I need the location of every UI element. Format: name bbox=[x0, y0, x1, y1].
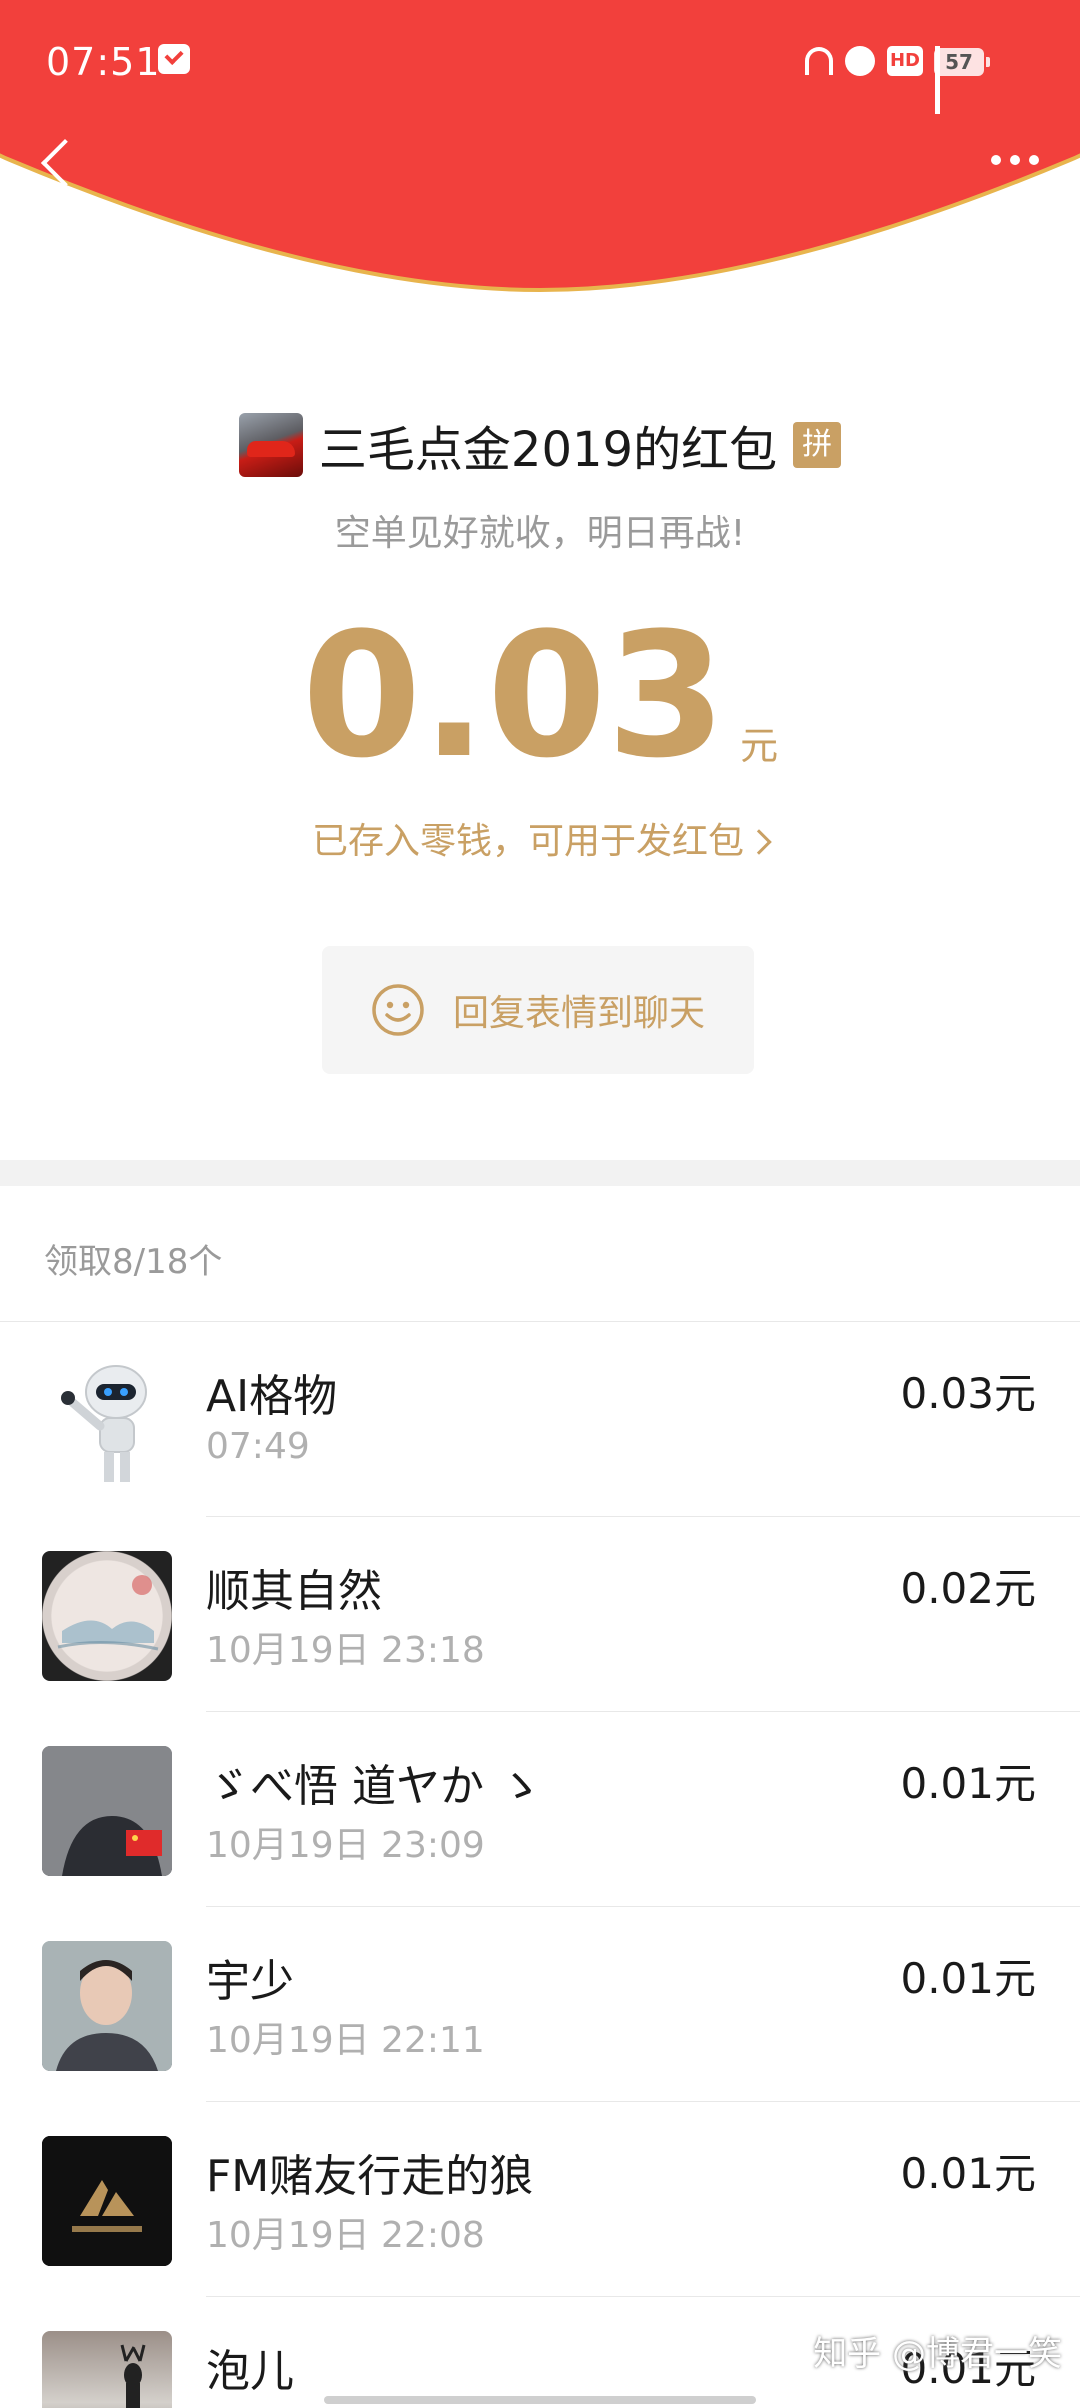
battery-icon: 57 bbox=[934, 48, 990, 76]
recipient-name: 顺其自然 bbox=[206, 1566, 382, 1617]
headphone-icon bbox=[805, 47, 833, 75]
robot-avatar-icon bbox=[61, 1365, 147, 1482]
recipient-time: 10月19日 22:11 bbox=[206, 2020, 485, 2061]
received-amount: 0.03 bbox=[301, 595, 727, 796]
avatar[interactable] bbox=[42, 1941, 172, 2071]
recipient-name: AI格物 bbox=[206, 1371, 338, 1422]
alarm-icon bbox=[845, 46, 875, 76]
status-bar: 07:51 HD 57 bbox=[0, 0, 1080, 120]
red-packet-detail-screen: 07:51 HD 57 三毛点金2019的红包 拼 空单见好就收，明日再战! 0… bbox=[0, 0, 1080, 2408]
recipient-name: 宇少 bbox=[206, 1956, 294, 2007]
team-logo-icon bbox=[42, 2136, 172, 2266]
watermark: 知乎 @博君一笑 bbox=[813, 2334, 1062, 2374]
recipient-name: 泡儿 bbox=[206, 2346, 294, 2397]
avatar[interactable] bbox=[42, 1746, 172, 1876]
status-time: 07:51 bbox=[46, 40, 161, 84]
recipient-amount: 0.01元 bbox=[900, 2149, 1036, 2198]
landscape-avatar-icon bbox=[57, 1575, 159, 1651]
avatar[interactable] bbox=[42, 1551, 172, 1681]
recipient-list: AI格物 07:49 0.03元 顺其自然 10月19日 23:18 0.02元 bbox=[0, 1322, 1080, 2408]
person-avatar-icon bbox=[42, 1746, 172, 1876]
deer-avatar-icon bbox=[120, 2344, 146, 2408]
recipient-amount: 0.03元 bbox=[900, 1369, 1036, 1418]
list-item[interactable]: FM赌友行走的狼 10月19日 22:08 0.01元 bbox=[0, 2102, 1080, 2297]
avatar[interactable] bbox=[42, 1356, 172, 1486]
list-item[interactable]: 宇少 10月19日 22:11 0.01元 bbox=[0, 1907, 1080, 2102]
claim-count-row: 领取8/18个 bbox=[0, 1186, 1080, 1322]
currency-unit: 元 bbox=[740, 724, 779, 768]
recipient-time: 10月19日 23:18 bbox=[206, 1630, 485, 1671]
person-avatar-icon bbox=[42, 1941, 172, 2071]
section-divider bbox=[0, 1160, 1080, 1186]
recipient-name: FM赌友行走的狼 bbox=[206, 2151, 534, 2202]
saved-to-change-link[interactable]: 已存入零钱，可用于发红包 bbox=[0, 812, 1080, 864]
recipient-time: 07:49 bbox=[206, 1426, 310, 1467]
hd-icon: HD bbox=[887, 46, 923, 76]
recipient-amount: 0.02元 bbox=[900, 1564, 1036, 1613]
recipient-name: ゞべ悟 道ヤか ゝ bbox=[206, 1761, 542, 1812]
recipient-time: 10月19日 23:09 bbox=[206, 1825, 485, 1866]
avatar[interactable] bbox=[42, 2331, 172, 2408]
more-options-button[interactable] bbox=[980, 140, 1050, 180]
blessing-text: 空单见好就收，明日再战! bbox=[334, 513, 746, 554]
sender-name: 三毛点金2019的红包 bbox=[318, 422, 778, 478]
sender-row: 三毛点金2019的红包 拼 bbox=[0, 408, 1080, 482]
amount-display: 0.03 元 bbox=[0, 610, 1080, 782]
status-icons: HD bbox=[805, 46, 940, 114]
list-item[interactable]: 顺其自然 10月19日 23:18 0.02元 bbox=[0, 1517, 1080, 1712]
sender-avatar[interactable] bbox=[238, 413, 303, 477]
claim-count-label: 领取8/18个 bbox=[44, 1242, 223, 1282]
back-button[interactable] bbox=[26, 126, 96, 196]
recipient-time: 10月19日 22:08 bbox=[206, 2215, 485, 2256]
chevron-right-icon bbox=[746, 829, 772, 855]
recipient-amount: 0.01元 bbox=[900, 1954, 1036, 2003]
list-item[interactable]: ゞべ悟 道ヤか ゝ 10月19日 23:09 0.01元 bbox=[0, 1712, 1080, 1907]
reply-label: 回复表情到聊天 bbox=[452, 993, 705, 1034]
recipient-amount: 0.01元 bbox=[900, 1759, 1036, 1808]
pin-badge: 拼 bbox=[793, 422, 842, 468]
avatar[interactable] bbox=[42, 2136, 172, 2266]
home-indicator[interactable] bbox=[324, 2396, 756, 2404]
saved-note: 已存入零钱，可用于发红包 bbox=[311, 821, 744, 862]
message-notification-icon bbox=[158, 44, 190, 74]
reply-sticker-button[interactable]: 回复表情到聊天 bbox=[322, 946, 754, 1074]
list-item[interactable]: AI格物 07:49 0.03元 bbox=[0, 1322, 1080, 1517]
smile-icon bbox=[372, 984, 424, 1036]
